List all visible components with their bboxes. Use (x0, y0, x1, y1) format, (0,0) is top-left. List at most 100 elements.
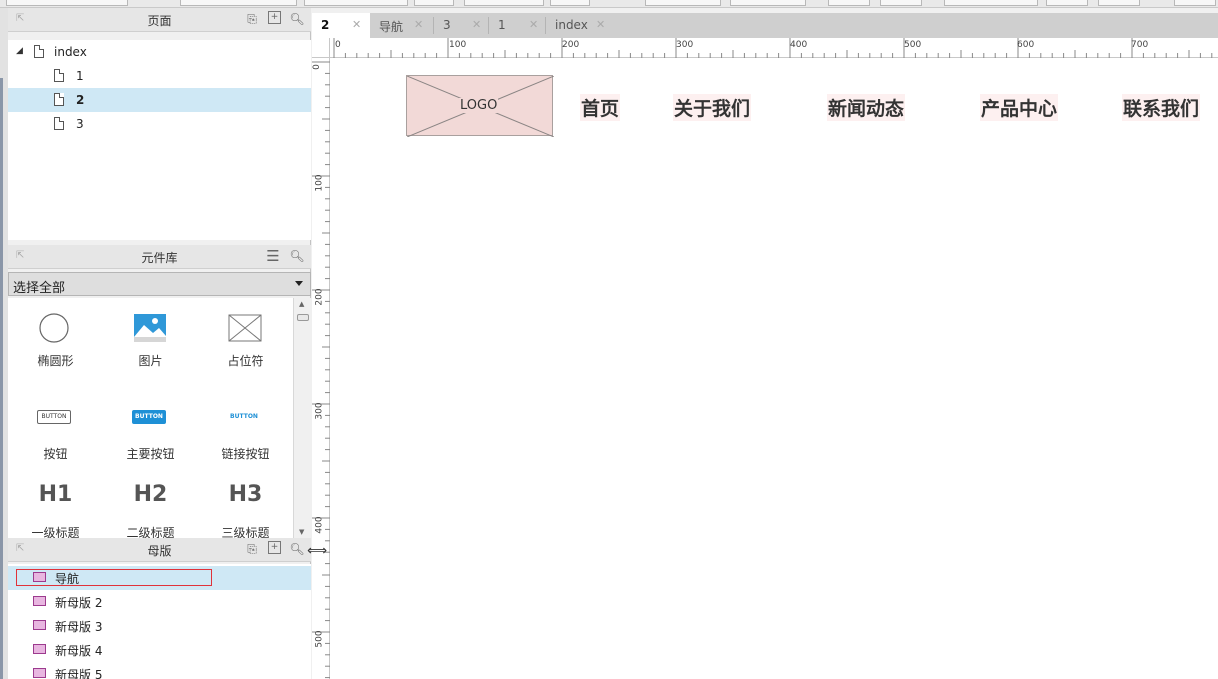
widget-label: 图片 (138, 354, 163, 368)
toolbar-button[interactable] (944, 0, 1038, 6)
pages-panel-header: ⇱ 页面 ⎘ + 🔍︎ (8, 8, 311, 32)
toolbar-dropdown[interactable] (180, 0, 297, 6)
close-icon[interactable]: ✕ (529, 18, 538, 31)
ruler-label: 0 (335, 40, 341, 50)
ruler-label: 100 (314, 174, 325, 192)
button-icon: BUTTON (37, 410, 71, 424)
dropdown-arrow-icon (295, 281, 303, 286)
add-folder-icon[interactable]: + (268, 541, 281, 554)
page-icon (54, 117, 64, 130)
master-item-nav[interactable]: 导航 (8, 566, 311, 590)
h1-icon: H1 (38, 482, 73, 507)
toolbar-dropdown[interactable] (6, 0, 128, 6)
ruler-label: 400 (314, 516, 325, 534)
master-label: 新母版 3 (55, 620, 103, 634)
toolbar-button[interactable] (1098, 0, 1140, 6)
tab-3[interactable]: 3 ✕ (434, 13, 488, 38)
page-label: index (54, 45, 87, 59)
master-item-4[interactable]: 新母版 4 (8, 638, 311, 662)
tab-index[interactable]: index ✕ (546, 13, 618, 38)
widget-link-button[interactable]: BUTTON 链接按钮 (198, 386, 293, 466)
library-selector-value: 选择全部 (13, 281, 66, 296)
toolbar-button[interactable] (304, 0, 408, 6)
tab-label: 3 (443, 18, 451, 32)
scrollbar-thumb[interactable] (297, 314, 309, 321)
master-item-3[interactable]: 新母版 3 (8, 614, 311, 638)
nav-item-home[interactable]: 首页 (580, 94, 621, 121)
horizontal-ruler[interactable]: 0 100 200 300 400 500 600 700 (330, 38, 1218, 58)
close-icon[interactable]: ✕ (596, 18, 605, 31)
add-master-icon[interactable]: ⎘ (244, 541, 260, 557)
library-selector[interactable]: 选择全部 (8, 272, 311, 296)
master-item-5[interactable]: 新母版 5 (8, 662, 311, 679)
toolbar-button[interactable] (550, 0, 590, 6)
close-icon[interactable]: ✕ (352, 18, 361, 31)
nav-item-about[interactable]: 关于我们 (673, 94, 752, 121)
ruler-label: 600 (1017, 40, 1035, 50)
scroll-down-icon[interactable]: ▼ (299, 528, 304, 536)
close-icon[interactable]: ✕ (472, 18, 481, 31)
widget-library-grid: 椭圆形 图片 占位符 BUTTON 按钮 BUTTON 主要按钮 BUTTON … (8, 298, 293, 540)
nav-item-contact[interactable]: 联系我们 (1122, 94, 1201, 121)
expand-arrow-icon[interactable]: ◢ (16, 46, 23, 56)
widget-button[interactable]: BUTTON 按钮 (8, 386, 103, 466)
resize-cursor-icon: ⟺ (307, 543, 328, 559)
add-page-icon[interactable]: ⎘ (244, 11, 260, 27)
tab-nav[interactable]: 导航 ✕ (370, 13, 432, 38)
ruler-label: 300 (314, 402, 325, 420)
toolbar-button[interactable] (1174, 0, 1216, 6)
toolbar-button[interactable] (880, 0, 922, 6)
widget-image[interactable]: 图片 (103, 298, 198, 378)
search-icon[interactable]: 🔍︎ (289, 541, 305, 557)
library-scrollbar[interactable]: ▲ ▼ (293, 298, 311, 538)
master-icon (33, 644, 46, 654)
tab-label: 导航 (379, 20, 404, 34)
widget-h2[interactable]: H2 二级标题 (103, 474, 198, 540)
search-icon[interactable]: 🔍︎ (289, 11, 305, 27)
toolbar-button[interactable] (464, 0, 544, 6)
toolbar-button[interactable] (730, 0, 806, 6)
close-icon[interactable]: ✕ (414, 18, 423, 31)
menu-icon[interactable]: ☰ (265, 247, 281, 265)
toolbar-button[interactable] (1046, 0, 1088, 6)
design-area: 0 100 200 300 400 500 600 700 0 100 200 … (307, 38, 1218, 679)
page-item-1[interactable]: 1 (8, 64, 311, 88)
master-item-2[interactable]: 新母版 2 (8, 590, 311, 614)
tab-label: 2 (321, 18, 330, 32)
toolbar-button[interactable] (828, 0, 870, 6)
page-item-3[interactable]: 3 (8, 112, 311, 136)
add-folder-icon[interactable]: + (268, 11, 281, 24)
tab-1[interactable]: 1 ✕ (489, 13, 545, 38)
widget-label: 主要按钮 (126, 447, 175, 461)
nav-item-products[interactable]: 产品中心 (980, 94, 1059, 121)
page-canvas[interactable]: LOGO 首页 关于我们 新闻动态 产品中心 联系我们 (331, 59, 1218, 679)
toolbar-button[interactable] (414, 0, 454, 6)
masters-panel-header: ⇱ 母版 ⎘ + 🔍︎ (8, 538, 311, 562)
widget-primary-button[interactable]: BUTTON 主要按钮 (103, 386, 198, 466)
ruler-label: 200 (314, 288, 325, 306)
ruler-label: 500 (904, 40, 922, 50)
page-item-index[interactable]: ◢ index (8, 40, 311, 64)
scroll-up-icon[interactable]: ▲ (299, 300, 304, 308)
tab-label: index (555, 18, 588, 32)
page-label: 1 (76, 69, 84, 83)
pages-tree: ◢ index 1 2 3 (8, 40, 311, 240)
widget-h1[interactable]: H1 一级标题 (8, 474, 103, 540)
widget-h3[interactable]: H3 三级标题 (198, 474, 293, 540)
vertical-ruler[interactable]: 0 100 200 300 400 500 (312, 58, 330, 679)
tab-2[interactable]: 2 ✕ (312, 13, 370, 38)
library-panel-header: ⇱ 元件库 ☰ 🔍︎ (8, 245, 311, 269)
page-label: 2 (76, 93, 85, 107)
master-label: 新母版 2 (55, 596, 103, 610)
widget-placeholder[interactable]: 占位符 (198, 298, 293, 378)
toolbar-button[interactable] (645, 0, 721, 6)
widget-ellipse[interactable]: 椭圆形 (8, 298, 103, 378)
masters-list: 导航 新母版 2 新母版 3 新母版 4 新母版 5 (8, 564, 311, 679)
widget-label: 椭圆形 (37, 354, 74, 368)
search-icon[interactable]: 🔍︎ (289, 248, 305, 264)
page-item-2[interactable]: 2 (8, 88, 311, 112)
ruler-corner (312, 38, 330, 58)
nav-item-news[interactable]: 新闻动态 (827, 94, 906, 121)
h2-icon: H2 (133, 482, 168, 507)
logo-placeholder[interactable]: LOGO (406, 75, 554, 137)
